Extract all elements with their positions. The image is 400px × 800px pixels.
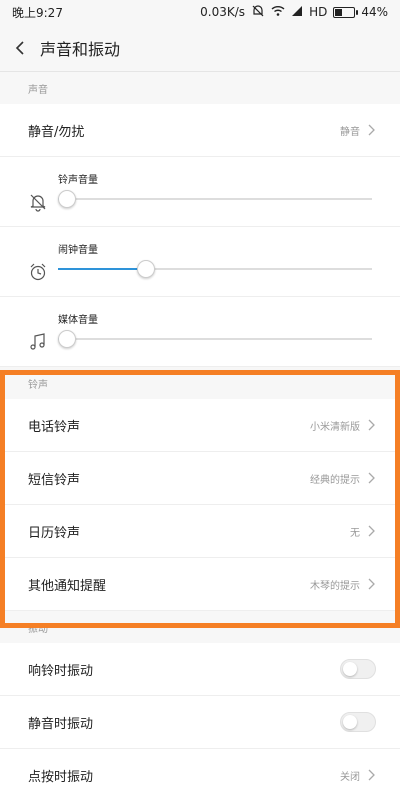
alarm-volume-label: 闹钟音量: [58, 244, 98, 256]
ring-vibrate-row: 响铃时振动: [0, 643, 400, 696]
alarm-volume-row: 闹钟音量: [0, 227, 400, 297]
ringtone-item-label: 短信铃声: [28, 472, 81, 488]
ringtone-item-label: 其他通知提醒: [28, 578, 107, 594]
battery-icon: [333, 6, 359, 18]
ringtone-item-value: 无: [350, 527, 360, 539]
section-header-ringtone: 铃声: [0, 367, 400, 399]
ringer-volume-label: 铃声音量: [58, 174, 98, 186]
media-volume-slider[interactable]: 媒体音量: [58, 307, 372, 357]
status-hd: HD: [309, 5, 328, 19]
silent-mode-label: 静音/勿扰: [28, 124, 85, 140]
slider-track: [58, 197, 372, 200]
chevron-right-icon: [368, 578, 375, 590]
ringtone-item-value: 小米清新版: [310, 421, 360, 433]
back-icon[interactable]: [0, 24, 40, 72]
ringtone-item-sms[interactable]: 短信铃声 经典的提示: [0, 452, 400, 505]
bell-off-icon: [251, 4, 265, 21]
status-icons: 0.03K/s HD 44%: [200, 4, 388, 21]
ringtone-item-value: 经典的提示: [310, 474, 360, 486]
ringer-volume-row: 铃声音量: [0, 157, 400, 227]
music-note-icon: [30, 332, 45, 350]
chevron-right-icon: [368, 525, 375, 537]
slider-track: [58, 337, 372, 340]
slider-thumb[interactable]: [58, 329, 76, 348]
slider-thumb[interactable]: [58, 189, 76, 208]
chevron-right-icon: [368, 124, 375, 136]
settings-list: 声音 静音/勿扰 静音 铃声音量 闹钟音量 媒体音量 铃声 电话铃声 小米清新版…: [0, 72, 400, 800]
alarm-volume-slider[interactable]: 闹钟音量: [58, 237, 372, 287]
media-volume-label: 媒体音量: [58, 314, 98, 326]
section-header-sound: 声音: [0, 72, 400, 104]
ringtone-item-label: 日历铃声: [28, 525, 81, 541]
silent-mode-row[interactable]: 静音/勿扰 静音: [0, 104, 400, 157]
slider-track: [58, 267, 372, 270]
ringtone-item-other-notifications[interactable]: 其他通知提醒 木琴的提示: [0, 558, 400, 611]
wifi-icon: [271, 5, 285, 20]
page-title: 声音和振动: [40, 39, 121, 59]
chevron-right-icon: [368, 472, 375, 484]
status-bar: 晚上9:27 0.03K/s HD 44%: [0, 0, 400, 24]
ringer-volume-slider[interactable]: 铃声音量: [58, 167, 372, 217]
silent-vibrate-row: 静音时振动: [0, 696, 400, 749]
silent-vibrate-label: 静音时振动: [28, 716, 94, 732]
chevron-right-icon: [368, 419, 375, 431]
ringtone-item-label: 电话铃声: [28, 419, 81, 435]
status-net-speed: 0.03K/s: [200, 5, 246, 19]
alarm-clock-icon: [30, 263, 46, 280]
ring-vibrate-toggle[interactable]: [340, 659, 376, 679]
slider-thumb[interactable]: [136, 259, 155, 278]
title-bar: 声音和振动: [0, 24, 400, 72]
touch-vibrate-label: 点按时振动: [28, 769, 94, 785]
touch-vibrate-value: 关闭: [340, 771, 360, 783]
section-header-vibration: 振动: [0, 611, 400, 643]
silent-vibrate-toggle[interactable]: [340, 712, 376, 732]
silent-mode-value: 静音: [340, 126, 360, 138]
touch-vibrate-row[interactable]: 点按时振动 关闭: [0, 749, 400, 800]
ringtone-item-calendar[interactable]: 日历铃声 无: [0, 505, 400, 558]
status-time: 晚上9:27: [12, 5, 63, 20]
signal-icon: [291, 5, 303, 20]
ringtone-item-value: 木琴的提示: [310, 580, 360, 592]
ringtone-item-phone[interactable]: 电话铃声 小米清新版: [0, 399, 400, 452]
bell-off-icon: [30, 194, 46, 212]
media-volume-row: 媒体音量: [0, 297, 400, 367]
ring-vibrate-label: 响铃时振动: [28, 663, 94, 679]
chevron-right-icon: [368, 769, 375, 781]
status-battery: 44%: [361, 5, 388, 19]
